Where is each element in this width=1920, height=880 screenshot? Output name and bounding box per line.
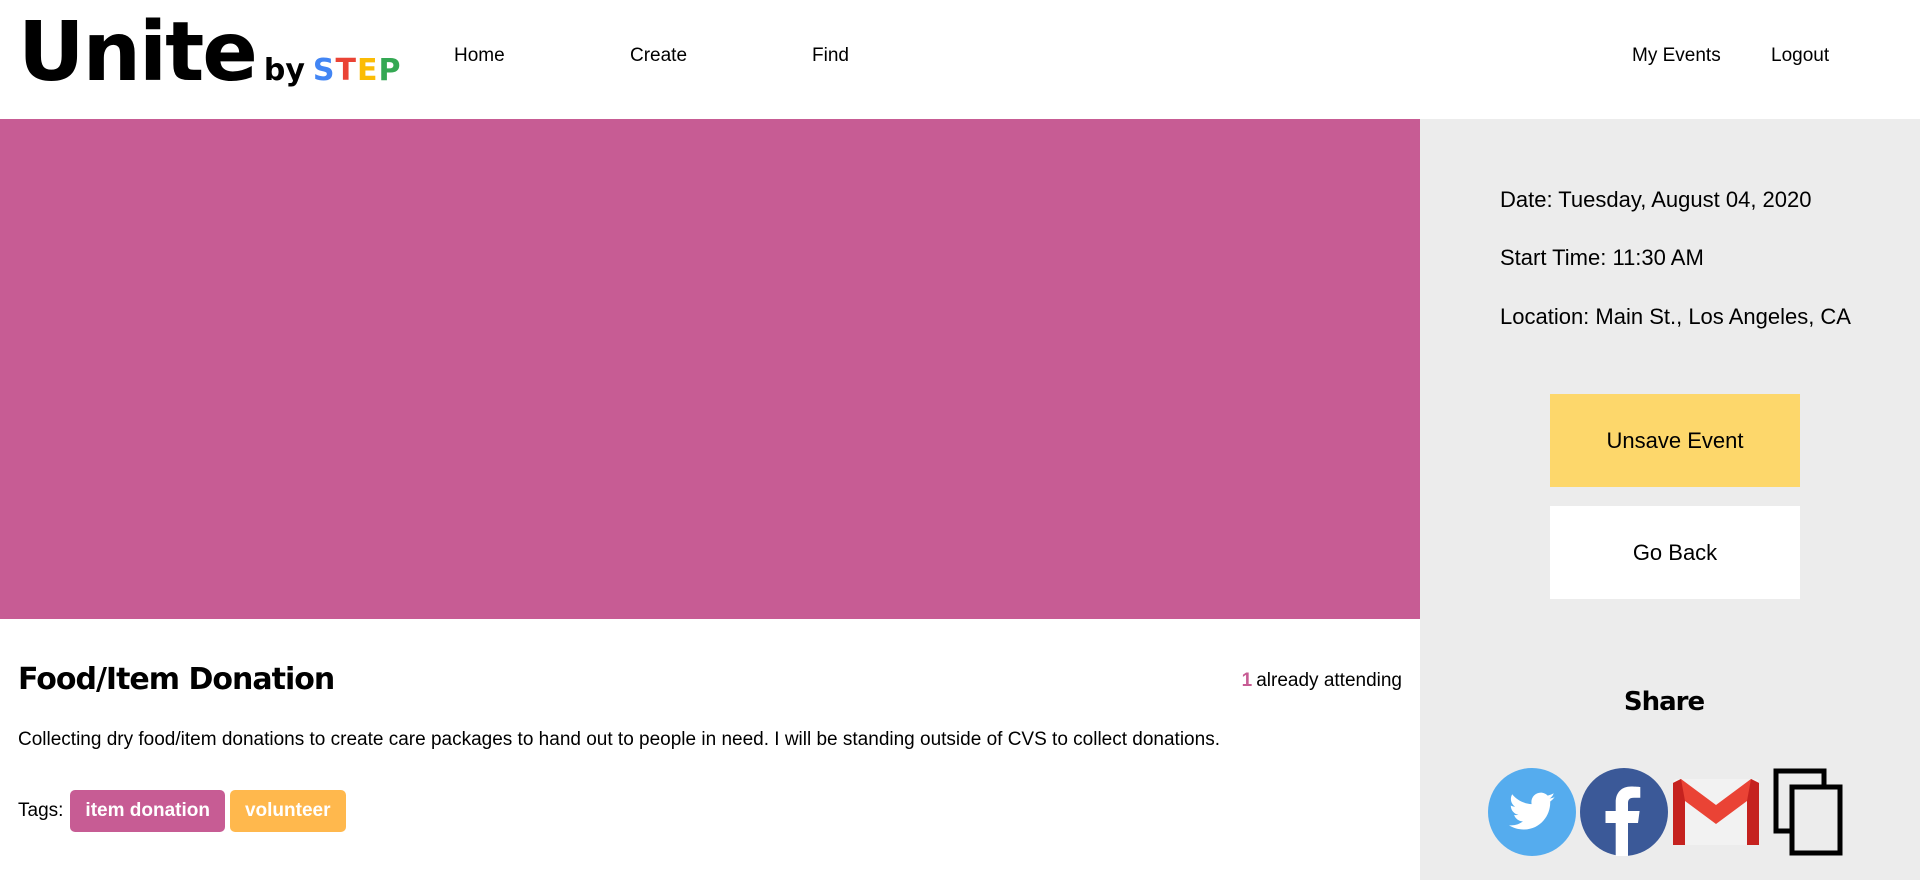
logo-step-letter: P: [378, 53, 402, 88]
event-start-time: Start Time: 11:30 AM: [1500, 245, 1704, 270]
tag-volunteer[interactable]: volunteer: [229, 790, 346, 832]
logo-title: Unite: [18, 5, 258, 100]
unsave-event-button[interactable]: Unsave Event: [1550, 394, 1800, 487]
attending-count: 1 already attending: [1242, 670, 1402, 692]
logo-by: by: [263, 53, 305, 88]
event-location: Location: Main St., Los Angeles, CA: [1500, 304, 1851, 329]
nav-home-link[interactable]: Home: [454, 45, 505, 67]
event-description: Collecting dry food/item donations to cr…: [18, 729, 1220, 750]
tag-item-donation[interactable]: item donation: [70, 790, 225, 832]
twitter-icon[interactable]: [1487, 767, 1577, 857]
share-title: Share: [1623, 687, 1705, 717]
attending-text: already attending: [1256, 670, 1402, 691]
nav-logout-link[interactable]: Logout: [1771, 45, 1829, 67]
event-date: Date: Tuesday, August 04, 2020: [1500, 187, 1812, 212]
tags-label: Tags:: [18, 800, 64, 821]
nav-my-events-link[interactable]: My Events: [1632, 45, 1721, 67]
logo-step-letter: T: [335, 53, 357, 88]
event-sidebar: Date: Tuesday, August 04, 2020 Start Tim…: [1420, 119, 1920, 880]
go-back-button[interactable]: Go Back: [1550, 506, 1800, 599]
event-title: Food/Item Donation: [18, 662, 335, 697]
facebook-icon[interactable]: [1579, 767, 1669, 857]
gmail-icon[interactable]: [1671, 767, 1761, 857]
header: Unite by STEP Home Create Find My Events…: [0, 0, 1920, 119]
attending-number: 1: [1241, 670, 1253, 691]
nav-find-link[interactable]: Find: [812, 45, 849, 67]
event-hero-banner: [0, 119, 1420, 619]
logo-step: STEP: [313, 53, 402, 88]
copy-icon[interactable]: [1768, 767, 1858, 857]
logo[interactable]: Unite by STEP: [18, 12, 402, 94]
event-tags: Tags: item donation volunteer: [18, 790, 351, 832]
nav-create-link[interactable]: Create: [630, 45, 687, 67]
logo-step-letter: S: [312, 53, 336, 88]
logo-step-letter: E: [357, 53, 379, 88]
